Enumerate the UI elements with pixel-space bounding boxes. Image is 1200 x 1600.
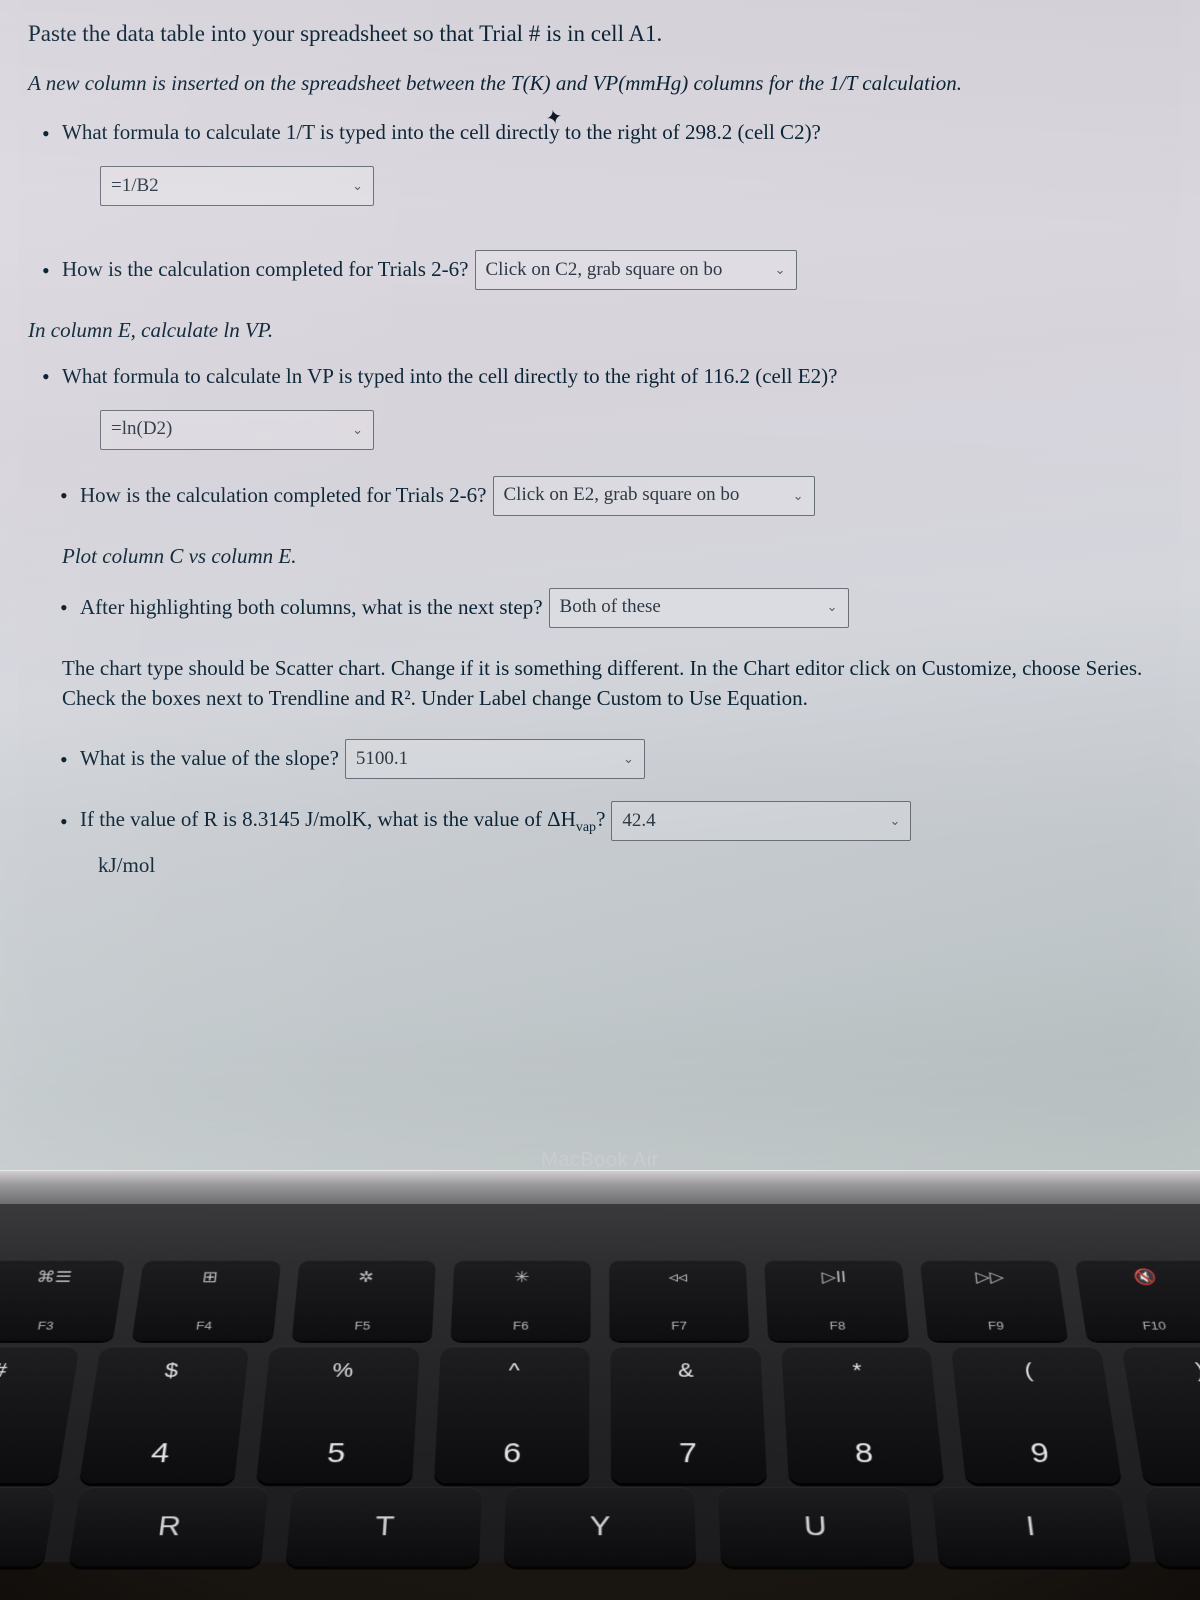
laptop-brand: MacBook Air [0, 1149, 1200, 1172]
scatter-instructions: The chart type should be Scatter chart. … [62, 654, 1164, 714]
letter-key: T [286, 1487, 482, 1566]
intro-text: A new column is inserted on the spreadsh… [28, 69, 1172, 99]
fn-key: ◃◃F7 [609, 1260, 750, 1341]
chevron-down-icon: ⌄ [352, 421, 363, 439]
question-5: After highlighting both columns, what is… [80, 588, 1172, 628]
letter-key: U [718, 1487, 914, 1566]
hvap-value: 42.4 [622, 808, 655, 835]
laptop-photo: ✦ Paste the data table into your spreads… [0, 0, 1200, 1600]
number-key: $4 [78, 1346, 249, 1483]
function-key-row: ⌘☰F3⊞F4✲F5✳F6◃◃F7▷IIF8▷▷F9🔇F10 [0, 1260, 1200, 1341]
formula-1t-value: =1/B2 [111, 173, 159, 200]
formula-1t-select[interactable]: =1/B2 ⌄ [100, 166, 374, 206]
trials-c-value: Click on C2, grab square on bo [486, 257, 723, 284]
trials-c-select[interactable]: Click on C2, grab square on bo ⌄ [475, 250, 797, 290]
letter-key: O [1144, 1487, 1200, 1566]
question-6-text: What is the value of the slope? [80, 744, 339, 774]
chevron-down-icon: ⌄ [775, 261, 786, 279]
question-5-text: After highlighting both columns, what is… [80, 593, 543, 623]
question-7-text: If the value of R is 8.3145 J/molK, what… [80, 805, 605, 838]
chevron-down-icon: ⌄ [793, 487, 804, 505]
screen-content: ✦ Paste the data table into your spreads… [0, 0, 1200, 1174]
slope-select[interactable]: 5100.1 ⌄ [345, 739, 645, 779]
number-key: *8 [781, 1346, 944, 1483]
number-key: #3 [0, 1346, 79, 1483]
question-7: If the value of R is 8.3145 J/molK, what… [80, 801, 1172, 841]
question-1-text: What formula to calculate 1/T is typed i… [62, 118, 821, 148]
letter-key: R [68, 1487, 269, 1566]
question-4-text: How is the calculation completed for Tri… [80, 481, 487, 511]
number-key-row: #3$4%5^6&7*8(9)0 [0, 1346, 1200, 1483]
column-e-heading: In column E, calculate ln VP. [28, 316, 1172, 346]
page-title: Paste the data table into your spreadshe… [28, 18, 1172, 51]
laptop-hinge: MacBook Air [0, 1170, 1200, 1205]
number-key: )0 [1121, 1346, 1200, 1483]
formula-lnvp-select[interactable]: =ln(D2) ⌄ [100, 410, 374, 450]
fn-key: ⌘☰F3 [0, 1260, 126, 1341]
letter-key: E [0, 1487, 56, 1566]
fn-key: ▷IIF8 [764, 1260, 909, 1341]
number-key: (9 [951, 1346, 1122, 1483]
hvap-unit: kJ/mol [98, 851, 1172, 881]
formula-lnvp-value: =ln(D2) [111, 416, 172, 443]
trials-e-value: Click on E2, grab square on bo [504, 482, 740, 509]
fn-key: ⊞F4 [132, 1260, 281, 1341]
trials-e-select[interactable]: Click on E2, grab square on bo ⌄ [493, 476, 815, 516]
chevron-down-icon: ⌄ [623, 750, 634, 768]
slope-value: 5100.1 [356, 746, 408, 773]
question-3-text: What formula to calculate ln VP is typed… [62, 362, 837, 392]
question-4: How is the calculation completed for Tri… [80, 476, 1172, 516]
keyboard-deck: ⌘☰F3⊞F4✲F5✳F6◃◃F7▷IIF8▷▷F9🔇F10 #3$4%5^6&… [0, 1204, 1200, 1562]
question-3: What formula to calculate ln VP is typed… [62, 362, 1172, 392]
next-step-select[interactable]: Both of these ⌄ [549, 588, 849, 628]
chevron-down-icon: ⌄ [352, 177, 363, 195]
question-1: What formula to calculate 1/T is typed i… [62, 118, 1172, 148]
fn-key: ✳F6 [450, 1260, 591, 1341]
number-key: &7 [610, 1346, 766, 1483]
letter-key: I [931, 1487, 1132, 1566]
chevron-down-icon: ⌄ [827, 598, 838, 616]
fn-key: ✲F5 [291, 1260, 436, 1341]
next-step-value: Both of these [560, 594, 661, 621]
fn-key: ▷▷F9 [919, 1260, 1068, 1341]
question-2: How is the calculation completed for Tri… [62, 250, 1172, 290]
number-key: %5 [256, 1346, 419, 1483]
chevron-down-icon: ⌄ [889, 812, 900, 830]
letter-key-row: ERTYUIO [0, 1487, 1200, 1566]
fn-key: 🔇F10 [1074, 1260, 1200, 1341]
question-6: What is the value of the slope? 5100.1 ⌄ [80, 739, 1172, 779]
question-2-text: How is the calculation completed for Tri… [62, 255, 469, 285]
number-key: ^6 [433, 1346, 589, 1483]
plot-heading: Plot column C vs column E. [62, 542, 1172, 572]
letter-key: Y [503, 1487, 696, 1566]
hvap-select[interactable]: 42.4 ⌄ [611, 801, 911, 841]
